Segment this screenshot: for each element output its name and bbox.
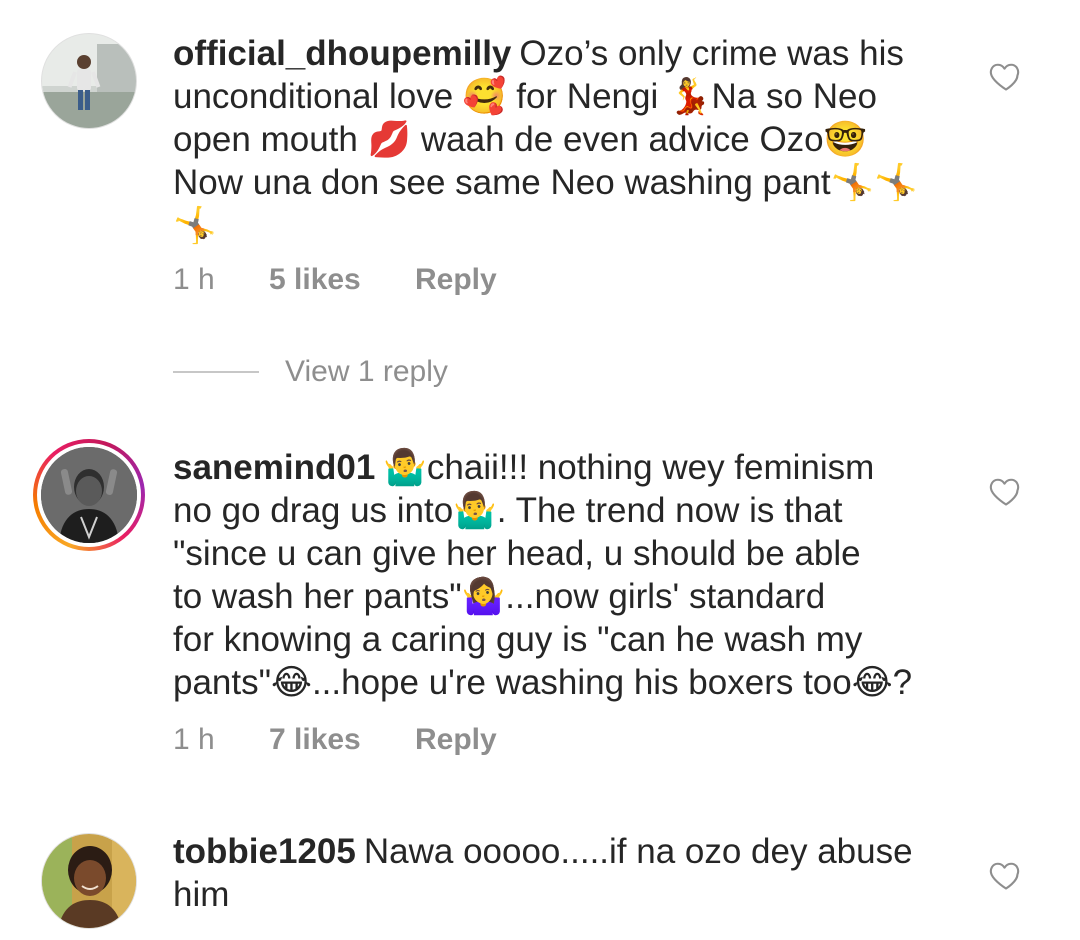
heart-outline-icon[interactable] [988, 58, 1024, 94]
avatar-official-dhoupemilly[interactable] [41, 33, 137, 129]
avatar-sanemind01[interactable] [33, 439, 145, 551]
avatar-ring-gap [37, 443, 141, 547]
comment-body: sanemind01 🤷‍♂️chaii!!! nothing wey femin… [173, 446, 963, 704]
divider-line [173, 371, 259, 373]
comment-text-line: "since u can give her head, u should be … [173, 534, 861, 573]
comment-body: tobbie1205 Nawa ooooo.....if na ozo dey a… [173, 830, 963, 916]
comment-username[interactable]: official_dhoupemilly [173, 34, 511, 73]
comment-text-line: him [173, 875, 230, 914]
view-replies-button[interactable]: View 1 reply [173, 352, 448, 392]
heart-outline-icon[interactable] [988, 857, 1024, 893]
comment-meta: 1 h 5 likes Reply [173, 260, 497, 300]
heart-outline-icon[interactable] [988, 473, 1024, 509]
comment-username[interactable]: tobbie1205 [173, 832, 356, 871]
comment-username[interactable]: sanemind01 [173, 448, 375, 487]
comment-text-line: open mouth 💋 waah de even advice Ozo🤓 [173, 120, 868, 159]
comment-text-line: for knowing a caring guy is "can he wash… [173, 620, 863, 659]
comment-text-line: no go drag us into🤷‍♂️. The trend now is… [173, 491, 843, 530]
comment-text-line: to wash her pants"🤷‍♀️...now girls' stan… [173, 577, 826, 616]
view-replies-label: View 1 reply [285, 355, 448, 388]
avatar-photo [41, 447, 137, 543]
comment-meta: 1 h 7 likes Reply [173, 720, 497, 760]
comment-text-line: Now una don see same Neo washing pant🤸🤸 [173, 163, 918, 202]
comment-text-line: pants"😂...hope u're washing his boxers t… [173, 663, 913, 702]
comment-text-line: 🤷‍♂️chaii!!! nothing wey feminism [383, 448, 875, 487]
comment-time: 1 h [173, 263, 215, 296]
comment-time: 1 h [173, 723, 215, 756]
comment-text-line: Nawa ooooo.....if na ozo dey abuse [363, 832, 913, 871]
reply-button[interactable]: Reply [415, 263, 497, 297]
reply-button[interactable]: Reply [415, 723, 497, 757]
comment-likes[interactable]: 7 likes [269, 723, 415, 757]
avatar-tobbie1205[interactable] [41, 833, 137, 929]
comment-text-line: Ozo’s only crime was his [519, 34, 904, 73]
comment-likes[interactable]: 5 likes [269, 263, 415, 297]
comment-text-line: unconditional love 🥰 for Nengi 💃Na so Ne… [173, 77, 877, 116]
comment-body: official_dhoupemilly Ozo’s only crime was… [173, 32, 963, 247]
comment-text-line: 🤸 [173, 206, 217, 245]
